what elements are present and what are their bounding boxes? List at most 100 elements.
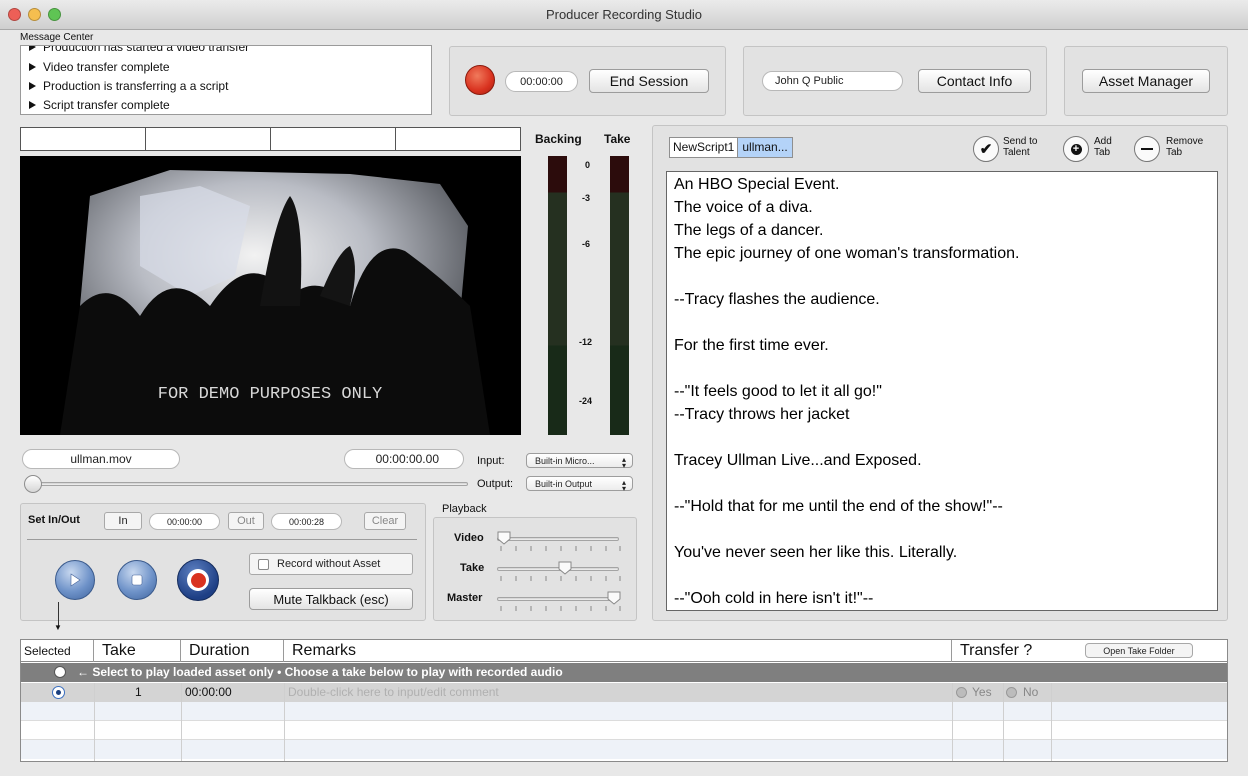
take-level-meter xyxy=(610,156,629,435)
out-time-field[interactable]: 00:00:28 xyxy=(271,513,342,530)
contact-name-field[interactable]: John Q Public xyxy=(762,71,903,91)
transfer-no-radio[interactable] xyxy=(1006,687,1017,698)
playback-panel: Video Take Master xyxy=(433,517,637,621)
meter-tick: -6 xyxy=(582,239,591,249)
bullet-triangle-icon xyxy=(29,46,36,51)
video-player[interactable]: FOR DEMO PURPOSES ONLY xyxy=(20,156,521,435)
column-divider xyxy=(1003,683,1004,761)
thumbnail-slot[interactable] xyxy=(21,128,146,150)
input-device-select[interactable]: Built-in Micro... ▴ ▾ xyxy=(526,453,633,470)
minimize-window-button[interactable] xyxy=(28,8,41,21)
video-frame-image: FOR DEMO PURPOSES ONLY xyxy=(60,170,490,435)
message-center-list[interactable]: Production has started a video transfer … xyxy=(20,45,432,115)
script-line: The voice of a diva. xyxy=(674,199,813,216)
end-session-button[interactable]: End Session xyxy=(589,69,709,93)
remove-tab-label[interactable]: Remove Tab xyxy=(1166,136,1203,158)
transfer-no-label: No xyxy=(1023,685,1039,699)
video-timecode: 00:00:00.00 xyxy=(344,449,464,469)
zoom-window-button[interactable] xyxy=(48,8,61,21)
message-item: Video transfer complete xyxy=(29,60,170,74)
output-device-select[interactable]: Built-in Output ▴ ▾ xyxy=(526,476,633,493)
asset-only-row[interactable]: ← Select to play loaded asset only • Cho… xyxy=(21,663,1227,682)
play-button[interactable] xyxy=(55,560,95,600)
set-out-button[interactable]: Out xyxy=(228,512,264,530)
script-tab-active[interactable]: ullman... xyxy=(737,138,792,157)
add-tab-label[interactable]: Add Tab xyxy=(1094,136,1112,158)
transfer-yes-radio[interactable] xyxy=(956,687,967,698)
table-row[interactable]: 1 00:00:00 Double-click here to input/ed… xyxy=(21,683,1227,702)
message-item: Production has started a video transfer xyxy=(29,46,249,54)
message-item: Script transfer complete xyxy=(29,98,170,112)
column-header-selected[interactable]: Selected xyxy=(21,640,94,662)
script-panel: NewScript1 ullman... ✔ Send to Talent + … xyxy=(652,125,1228,621)
thumbnail-slot[interactable] xyxy=(271,128,396,150)
checkbox-box[interactable] xyxy=(258,558,269,570)
updown-arrows-icon: ▴ ▾ xyxy=(621,478,626,493)
input-label: Input: xyxy=(477,455,505,467)
take-volume-knob[interactable] xyxy=(558,561,572,575)
record-session-button[interactable] xyxy=(465,65,495,95)
take-remarks-field[interactable]: Double-click here to input/edit comment xyxy=(288,683,499,701)
video-volume-knob[interactable] xyxy=(497,531,511,545)
column-header-take[interactable]: Take xyxy=(94,640,181,662)
script-tab-bar: NewScript1 ullman... xyxy=(669,137,793,158)
asset-manager-panel: Asset Manager xyxy=(1064,46,1228,116)
script-line: --Tracy flashes the audience. xyxy=(674,291,880,308)
column-header-duration[interactable]: Duration xyxy=(181,640,284,662)
backing-level-meter xyxy=(548,156,567,435)
meter-tick: -24 xyxy=(579,396,593,406)
take-meter-label: Take xyxy=(604,132,631,146)
table-row[interactable] xyxy=(21,702,1227,721)
record-without-asset-checkbox[interactable]: Record without Asset xyxy=(249,553,413,575)
stop-button[interactable] xyxy=(117,560,157,600)
thumbnail-slot[interactable] xyxy=(396,128,520,150)
send-to-talent-icon[interactable]: ✔ xyxy=(973,136,999,162)
video-volume-label: Video xyxy=(454,532,484,544)
script-tab[interactable]: NewScript1 xyxy=(670,138,737,157)
table-row[interactable] xyxy=(21,740,1227,759)
column-divider xyxy=(181,683,182,761)
column-header-remarks[interactable]: Remarks xyxy=(284,640,952,662)
asset-only-banner: ← Select to play loaded asset only • Cho… xyxy=(77,665,563,679)
column-divider xyxy=(1051,683,1052,761)
transfer-yes-label: Yes xyxy=(972,685,992,699)
script-line: --"Hold that for me until the end of the… xyxy=(674,498,1003,515)
clear-inout-button[interactable]: Clear xyxy=(364,512,406,530)
thumbnail-strip[interactable] xyxy=(20,127,521,151)
slider-ticks xyxy=(500,546,621,551)
asset-manager-button[interactable]: Asset Manager xyxy=(1082,69,1210,93)
thumbnail-slot[interactable] xyxy=(146,128,271,150)
title-bar: Producer Recording Studio xyxy=(0,0,1248,30)
send-to-talent-label[interactable]: Send to Talent xyxy=(1003,136,1037,158)
output-label: Output: xyxy=(477,478,514,490)
master-volume-knob[interactable] xyxy=(607,591,621,605)
play-icon xyxy=(70,573,81,587)
video-position-knob[interactable] xyxy=(24,475,42,493)
script-editor[interactable]: An HBO Special Event. The voice of a div… xyxy=(666,171,1218,611)
video-position-track[interactable] xyxy=(32,482,468,486)
meter-tick: -3 xyxy=(582,193,591,203)
remove-tab-icon[interactable] xyxy=(1134,136,1160,162)
take-select-radio[interactable] xyxy=(52,686,65,699)
contact-info-button[interactable]: Contact Info xyxy=(918,69,1031,93)
app-window: Producer Recording Studio Message Center… xyxy=(0,0,1248,776)
window-title: Producer Recording Studio xyxy=(545,7,703,22)
close-window-button[interactable] xyxy=(8,8,21,21)
asset-only-radio[interactable] xyxy=(54,666,66,678)
record-take-button[interactable] xyxy=(177,559,219,601)
video-volume-track[interactable] xyxy=(497,537,619,541)
set-inout-label: Set In/Out xyxy=(28,514,80,526)
in-time-field[interactable]: 00:00:00 xyxy=(149,513,220,530)
divider xyxy=(27,539,417,540)
mute-talkback-button[interactable]: Mute Talkback (esc) xyxy=(249,588,413,610)
master-volume-track[interactable] xyxy=(497,597,619,601)
meter-tick: 0 xyxy=(585,160,591,170)
table-row[interactable] xyxy=(21,721,1227,740)
set-in-button[interactable]: In xyxy=(104,512,142,530)
take-volume-label: Take xyxy=(460,562,485,574)
asset-filename: ullman.mov xyxy=(22,449,180,469)
column-divider xyxy=(94,683,95,761)
open-take-folder-button[interactable]: Open Take Folder xyxy=(1085,643,1193,658)
bullet-triangle-icon xyxy=(29,101,36,109)
add-tab-icon[interactable]: + xyxy=(1063,136,1089,162)
